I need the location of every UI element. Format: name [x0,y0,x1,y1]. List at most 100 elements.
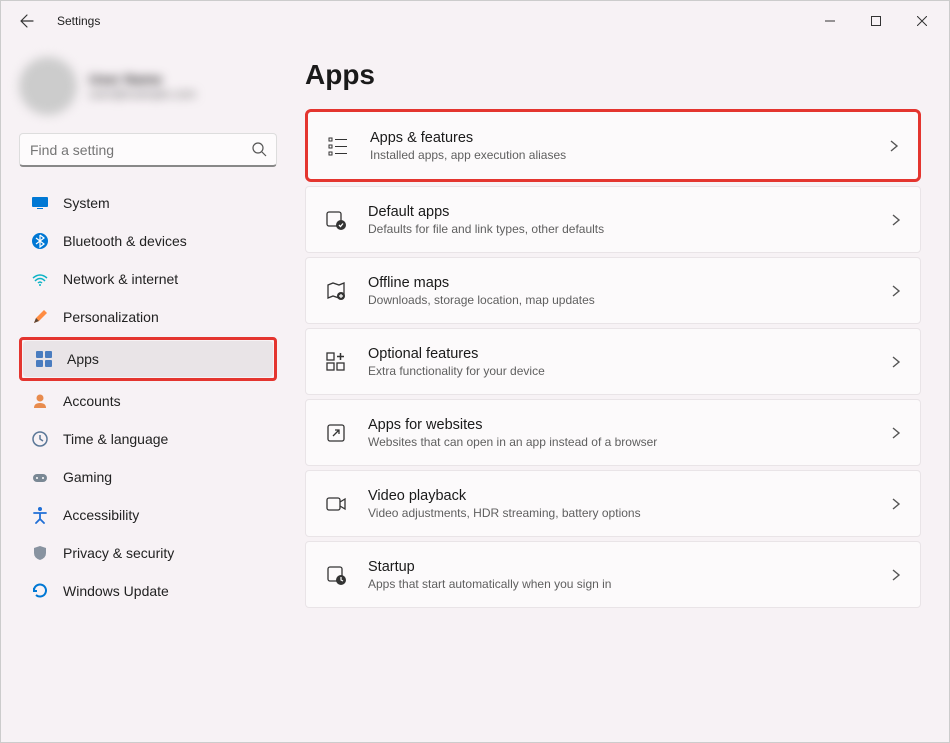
accessibility-icon [31,506,49,524]
close-icon [917,16,927,26]
bluetooth-icon [31,232,49,250]
video-icon [324,492,348,516]
window-controls [807,5,945,37]
close-button[interactable] [899,5,945,37]
sidebar-item-gaming[interactable]: Gaming [19,459,277,495]
highlight-card: Apps & features Installed apps, app exec… [305,109,921,182]
card-title: Optional features [368,346,890,362]
page-title: Apps [305,59,921,91]
sidebar-item-privacy[interactable]: Privacy & security [19,535,277,571]
minimize-icon [825,16,835,26]
person-icon [31,392,49,410]
sidebar-item-personalization[interactable]: Personalization [19,299,277,335]
chevron-right-icon [890,569,902,581]
minimize-button[interactable] [807,5,853,37]
startup-icon [324,563,348,587]
profile-section[interactable]: User Name user@example.com [19,57,277,115]
window-title: Settings [57,14,100,28]
update-icon [31,582,49,600]
arrow-left-icon [19,13,35,29]
launch-icon [324,421,348,445]
titlebar: Settings [1,1,949,41]
nav: System Bluetooth & devices Network & int… [19,185,277,609]
sidebar-item-label: Personalization [63,309,159,325]
plus-grid-icon [324,350,348,374]
avatar [19,57,77,115]
sidebar-item-bluetooth[interactable]: Bluetooth & devices [19,223,277,259]
back-button[interactable] [11,5,43,37]
sidebar-item-label: Bluetooth & devices [63,233,187,249]
card-desc: Apps that start automatically when you s… [368,577,890,591]
card-offline-maps[interactable]: Offline maps Downloads, storage location… [305,257,921,324]
card-title: Default apps [368,204,890,220]
sidebar-item-apps[interactable]: Apps [23,341,273,377]
sidebar-item-label: Accessibility [63,507,139,523]
card-text: Offline maps Downloads, storage location… [368,275,890,307]
system-icon [31,194,49,212]
chevron-right-icon [890,498,902,510]
card-text: Apps for websites Websites that can open… [368,417,890,449]
maximize-icon [871,16,881,26]
sidebar-item-label: Windows Update [63,583,169,599]
profile-text: User Name user@example.com [89,71,196,101]
clock-icon [31,430,49,448]
search-icon [251,141,267,157]
highlight-nav: Apps [19,337,277,381]
gamepad-icon [31,468,49,486]
profile-name: User Name [89,71,196,87]
chevron-right-icon [888,140,900,152]
card-text: Default apps Defaults for file and link … [368,204,890,236]
sidebar-item-time[interactable]: Time & language [19,421,277,457]
card-desc: Defaults for file and link types, other … [368,222,890,236]
sidebar-item-system[interactable]: System [19,185,277,221]
card-desc: Installed apps, app execution aliases [370,148,888,162]
card-title: Apps & features [370,130,888,146]
card-title: Video playback [368,488,890,504]
card-text: Video playback Video adjustments, HDR st… [368,488,890,520]
card-title: Apps for websites [368,417,890,433]
chevron-right-icon [890,356,902,368]
sidebar-item-accessibility[interactable]: Accessibility [19,497,277,533]
card-text: Optional features Extra functionality fo… [368,346,890,378]
settings-window: Settings User Name user@example.com [0,0,950,743]
main-content: Apps Apps & features Installed apps, app… [291,41,949,742]
sidebar-item-accounts[interactable]: Accounts [19,383,277,419]
search-input[interactable] [19,133,277,167]
card-apps-features[interactable]: Apps & features Installed apps, app exec… [308,112,918,179]
card-desc: Downloads, storage location, map updates [368,293,890,307]
sidebar-item-label: Accounts [63,393,121,409]
card-default-apps[interactable]: Default apps Defaults for file and link … [305,186,921,253]
sidebar-item-label: Time & language [63,431,168,447]
card-text: Apps & features Installed apps, app exec… [370,130,888,162]
card-apps-websites[interactable]: Apps for websites Websites that can open… [305,399,921,466]
paintbrush-icon [31,308,49,326]
card-text: Startup Apps that start automatically wh… [368,559,890,591]
sidebar: User Name user@example.com System Blueto… [1,41,291,742]
default-apps-icon [324,208,348,232]
content-area: User Name user@example.com System Blueto… [1,41,949,742]
sidebar-item-update[interactable]: Windows Update [19,573,277,609]
card-title: Startup [368,559,890,575]
card-title: Offline maps [368,275,890,291]
list-icon [326,134,350,158]
card-video-playback[interactable]: Video playback Video adjustments, HDR st… [305,470,921,537]
card-desc: Video adjustments, HDR streaming, batter… [368,506,890,520]
maximize-button[interactable] [853,5,899,37]
apps-icon [35,350,53,368]
sidebar-item-label: Privacy & security [63,545,174,561]
shield-icon [31,544,49,562]
chevron-right-icon [890,214,902,226]
profile-email: user@example.com [89,87,196,101]
sidebar-item-label: Apps [67,351,99,367]
search-box [19,133,277,167]
chevron-right-icon [890,285,902,297]
card-optional-features[interactable]: Optional features Extra functionality fo… [305,328,921,395]
card-desc: Extra functionality for your device [368,364,890,378]
sidebar-item-label: Gaming [63,469,112,485]
map-icon [324,279,348,303]
cards-list: Apps & features Installed apps, app exec… [305,109,921,608]
card-startup[interactable]: Startup Apps that start automatically wh… [305,541,921,608]
sidebar-item-label: System [63,195,110,211]
sidebar-item-network[interactable]: Network & internet [19,261,277,297]
wifi-icon [31,270,49,288]
